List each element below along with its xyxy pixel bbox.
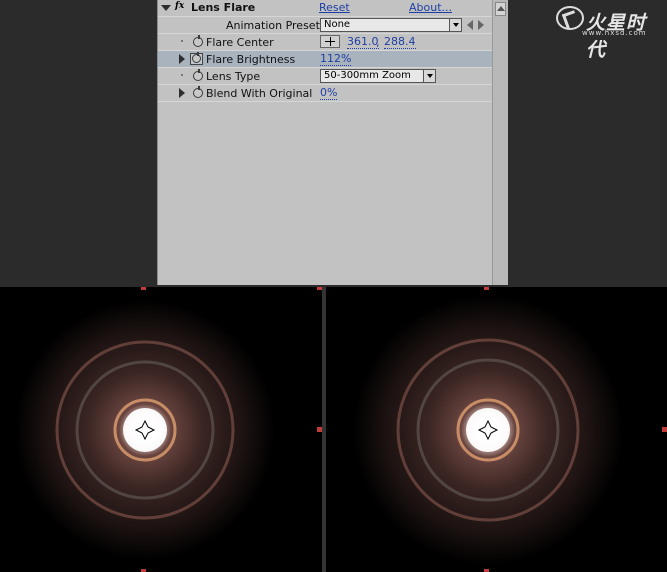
blend-unit: %	[327, 86, 338, 99]
next-preset-icon[interactable]	[478, 20, 484, 30]
bullet-icon	[181, 74, 183, 76]
stopwatch-icon[interactable]	[193, 69, 203, 81]
hxsd-logo: 火星时代 www.hxsd.com	[552, 4, 662, 61]
composition-viewer-right[interactable]	[326, 287, 667, 572]
stopwatch-icon[interactable]	[190, 52, 203, 65]
blend-value[interactable]: 0%	[320, 86, 338, 100]
stopwatch-glyph	[192, 52, 201, 63]
flare-brightness-number: 112	[320, 52, 341, 65]
composition-viewer-left[interactable]	[0, 287, 322, 572]
dropdown-arrow-icon[interactable]	[449, 19, 461, 31]
property-row-lens-type[interactable]: Lens Type 50-300mm Zoom	[158, 68, 492, 85]
dropdown-arrow-icon[interactable]	[423, 70, 435, 82]
lens-type-dropdown[interactable]: 50-300mm Zoom	[320, 69, 436, 83]
fx-icon[interactable]: fx	[175, 1, 189, 13]
property-row-flare-brightness[interactable]: Flare Brightness 112%	[158, 51, 492, 68]
disclosure-triangle-icon[interactable]	[179, 54, 185, 64]
logo-url: www.hxsd.com	[582, 29, 647, 37]
layer-handle[interactable]	[662, 427, 667, 432]
property-label: Lens Type	[206, 70, 261, 83]
stopwatch-icon[interactable]	[193, 35, 203, 47]
effect-controls-panel: fx Lens Flare Reset About... Animation P…	[157, 0, 508, 285]
flare-brightness-unit: %	[341, 52, 352, 65]
property-row-flare-center[interactable]: Flare Center 361.0 , 288.4	[158, 34, 492, 51]
crosshair-icon[interactable]	[320, 35, 340, 48]
about-link[interactable]: About...	[409, 1, 452, 14]
animation-presets-value: None	[324, 19, 351, 30]
prev-preset-icon[interactable]	[467, 20, 473, 30]
property-row-blend-with-original[interactable]: Blend With Original 0%	[158, 85, 492, 102]
stopwatch-icon[interactable]	[193, 86, 203, 98]
property-label: Flare Brightness	[206, 53, 296, 66]
lens-flare-render	[326, 287, 667, 572]
vertical-scrollbar[interactable]	[492, 0, 508, 285]
animation-presets-dropdown[interactable]: None	[320, 18, 462, 32]
disclosure-triangle-icon[interactable]	[161, 5, 171, 11]
layer-handle[interactable]	[484, 287, 489, 290]
animation-presets-row: Animation Presets: None	[158, 17, 492, 34]
property-label: Blend With Original	[206, 87, 313, 100]
disclosure-triangle-icon[interactable]	[179, 88, 185, 98]
effect-name: Lens Flare	[191, 1, 256, 14]
property-label: Flare Center	[206, 36, 274, 49]
flare-center-y-value[interactable]: 288.4	[384, 36, 416, 49]
reset-link[interactable]: Reset	[319, 1, 350, 14]
effect-header-row[interactable]: fx Lens Flare Reset About...	[158, 0, 492, 17]
flare-brightness-value[interactable]: 112%	[320, 52, 352, 66]
animation-presets-label: Animation Presets:	[226, 19, 330, 32]
layer-handle[interactable]	[141, 287, 146, 290]
blend-number: 0	[320, 86, 327, 99]
lens-type-value: 50-300mm Zoom	[324, 70, 411, 81]
bullet-icon	[181, 40, 183, 42]
lens-flare-render	[0, 287, 322, 572]
logo-mark-icon	[556, 6, 584, 30]
scroll-up-icon[interactable]	[495, 2, 506, 16]
flare-center-separator: ,	[376, 36, 380, 49]
flare-center-x-value[interactable]: 361.0	[347, 36, 379, 49]
